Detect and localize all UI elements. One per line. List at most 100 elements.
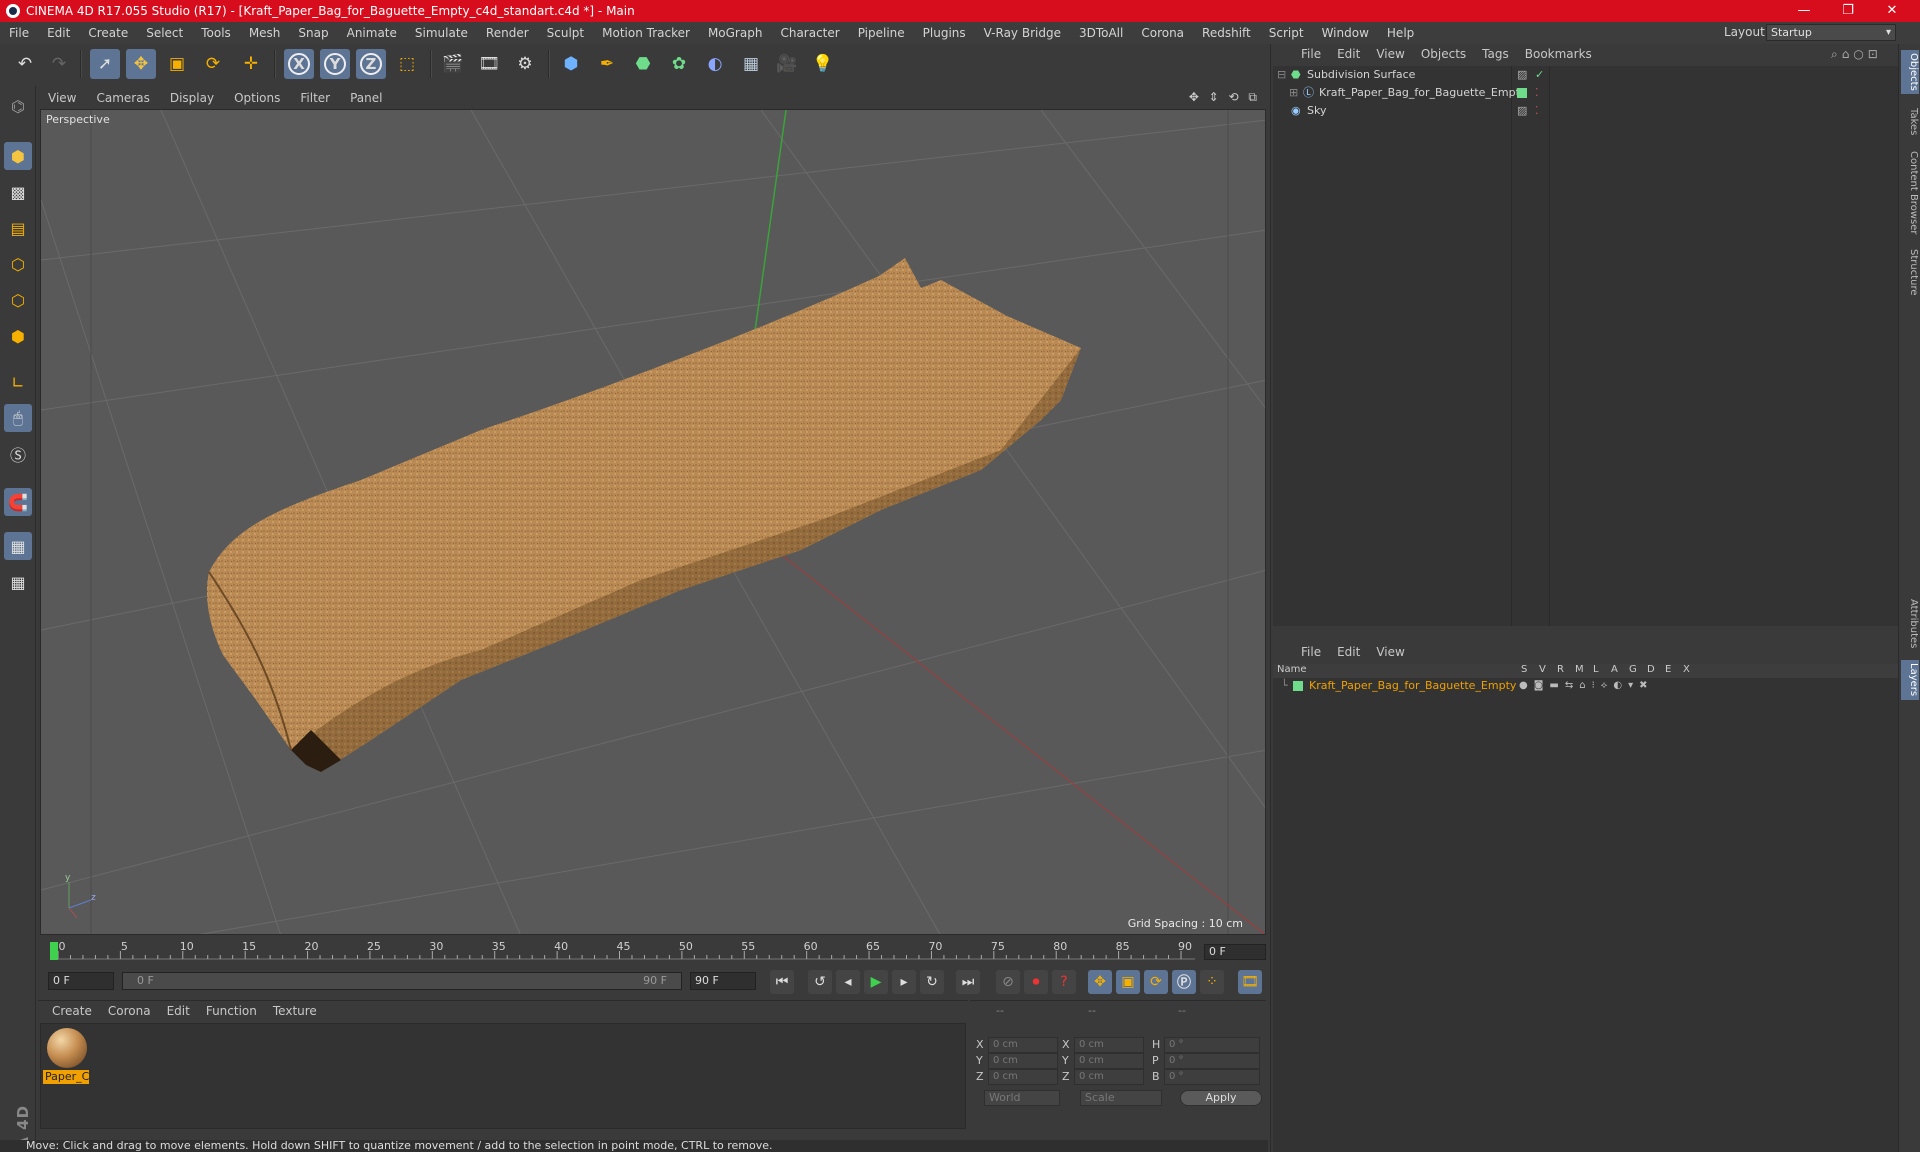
close-button[interactable]: ✕ (1870, 0, 1914, 22)
key-scale-icon[interactable]: ▣ (1116, 970, 1140, 994)
model-mode-icon[interactable]: ⬢ (4, 142, 32, 170)
material-menu-edit[interactable]: Edit (159, 1004, 198, 1018)
playhead[interactable] (50, 942, 58, 960)
move-tool-icon[interactable]: ✥ (126, 49, 156, 79)
camera-icon[interactable]: 🎥 (772, 49, 802, 79)
menu-3dtoall[interactable]: 3DToAll (1070, 22, 1132, 44)
coordinate-value-field[interactable]: 0 ° (1164, 1069, 1260, 1085)
menu-file[interactable]: File (0, 22, 38, 44)
layer-flags-icons[interactable]: ●◙▬⇆⌂⁝⟡◐▾✖ (1519, 678, 1654, 694)
play-icon[interactable]: ▶ (864, 970, 888, 994)
render-view-icon[interactable]: 🎬 (438, 49, 468, 79)
viewport-menu-options[interactable]: Options (224, 91, 290, 105)
perspective-viewport[interactable]: y z Perspective Grid Spacing : 10 cm (40, 109, 1266, 935)
record-keys-icon[interactable]: ⊘ (996, 970, 1020, 994)
end-frame-field[interactable]: 90 F (690, 972, 756, 990)
next-frame-icon[interactable]: ▸ (892, 970, 916, 994)
material-menu-create[interactable]: Create (44, 1004, 100, 1018)
scale-tool-icon[interactable]: ▣ (162, 49, 192, 79)
menu-script[interactable]: Script (1260, 22, 1313, 44)
material-name-label[interactable]: Paper_C (43, 1070, 89, 1084)
menu-vray-bridge[interactable]: V-Ray Bridge (975, 22, 1070, 44)
material-preview-sphere[interactable] (47, 1028, 87, 1068)
menu-tools[interactable]: Tools (192, 22, 240, 44)
menu-select[interactable]: Select (137, 22, 192, 44)
visibility-dots-icon[interactable]: ⁚ (1535, 102, 1539, 120)
polygons-mode-icon[interactable]: ⬢ (4, 322, 32, 350)
timeline[interactable]: 0 5 10 15 20 25 30 35 40 45 50 55 60 65 70 75 80 85 90 0 F (40, 937, 1266, 967)
visibility-toggle-icon[interactable]: ▨ (1517, 66, 1527, 84)
edges-mode-icon[interactable]: ⬡ (4, 286, 32, 314)
redo-icon[interactable]: ↷ (44, 49, 74, 79)
cloner-icon[interactable]: ✿ (664, 49, 694, 79)
menu-corona[interactable]: Corona (1132, 22, 1193, 44)
go-to-start-icon[interactable]: ⏮ (770, 970, 794, 994)
make-editable-icon[interactable]: ⌬ (4, 92, 32, 120)
minimize-button[interactable]: — (1782, 0, 1826, 22)
key-position-icon[interactable]: ✥ (1088, 970, 1112, 994)
layout-select[interactable]: Startup (1766, 24, 1896, 41)
tab-takes[interactable]: Takes (1901, 104, 1919, 140)
menu-render[interactable]: Render (477, 22, 538, 44)
layer-column-header[interactable]: D (1647, 664, 1655, 675)
size-mode-select[interactable]: Scale (1080, 1090, 1162, 1106)
menu-character[interactable]: Character (771, 22, 848, 44)
snap-icon[interactable]: Ⓢ (4, 440, 32, 468)
material-menu-function[interactable]: Function (198, 1004, 265, 1018)
tab-objects[interactable]: Objects (1901, 50, 1919, 94)
layer-row[interactable]: └ Kraft_Paper_Bag_for_Baguette_Empty ●◙▬… (1273, 678, 1899, 694)
undo-icon[interactable]: ↶ (10, 49, 40, 79)
menu-create[interactable]: Create (79, 22, 137, 44)
tweak-mode-icon[interactable]: 🖱 (4, 404, 32, 432)
layer-column-header[interactable]: M (1575, 664, 1584, 675)
next-keyframe-icon[interactable]: ↻ (920, 970, 944, 994)
frame-range-slider[interactable]: 0 F 90 F (122, 972, 682, 990)
y-axis-lock-button[interactable]: Y (320, 49, 350, 79)
coordinate-value-field[interactable]: 0 cm (988, 1037, 1058, 1053)
layer-column-header[interactable]: R (1557, 664, 1564, 675)
previous-keyframe-icon[interactable]: ↺ (808, 970, 832, 994)
grid-icon[interactable]: ▦ (4, 568, 32, 596)
menu-window[interactable]: Window (1313, 22, 1378, 44)
live-selection-icon[interactable]: ➚ (90, 49, 120, 79)
magnet-icon[interactable]: 🧲 (4, 488, 32, 516)
coordinate-value-field[interactable]: 0 cm (1074, 1037, 1144, 1053)
render-picture-viewer-icon[interactable]: 🎞 (474, 49, 504, 79)
coordinate-value-field[interactable]: 0 ° (1164, 1053, 1260, 1069)
autokey-icon[interactable]: ⏺ (1024, 970, 1048, 994)
layer-menu-edit[interactable]: Edit (1329, 645, 1368, 659)
current-frame-field[interactable]: 0 F (1204, 944, 1266, 960)
expand-icon[interactable]: ⊞ (1289, 84, 1298, 102)
object-menu-view[interactable]: View (1368, 47, 1412, 61)
menu-motion-tracker[interactable]: Motion Tracker (593, 22, 699, 44)
coordinate-mode-select[interactable]: World (984, 1090, 1060, 1106)
timeline-window-icon[interactable]: 🎞 (1238, 970, 1262, 994)
previous-frame-icon[interactable]: ◂ (836, 970, 860, 994)
axis-mode-icon[interactable]: ∟ (4, 368, 32, 396)
viewport-menu-view[interactable]: View (38, 91, 86, 105)
collapse-icon[interactable]: ⊟ (1277, 66, 1286, 84)
object-menu-file[interactable]: File (1293, 47, 1329, 61)
layer-column-header[interactable]: S (1521, 664, 1527, 675)
menu-simulate[interactable]: Simulate (406, 22, 477, 44)
menu-plugins[interactable]: Plugins (914, 22, 975, 44)
pen-spline-icon[interactable]: ✒ (592, 49, 622, 79)
object-menu-edit[interactable]: Edit (1329, 47, 1368, 61)
coordinate-value-field[interactable]: 0 cm (1074, 1069, 1144, 1085)
coordinate-value-field[interactable]: 0 ° (1164, 1037, 1260, 1053)
menu-mograph[interactable]: MoGraph (699, 22, 772, 44)
workplane-mode-icon[interactable]: ▤ (4, 214, 32, 242)
object-row-kraft-paper-bag[interactable]: ⊞ Ⓛ Kraft_Paper_Bag_for_Baguette_Empty ⁚ (1273, 84, 1899, 102)
menu-edit[interactable]: Edit (38, 22, 79, 44)
menu-help[interactable]: Help (1378, 22, 1423, 44)
viewport-menu-cameras[interactable]: Cameras (86, 91, 159, 105)
object-menu-bookmarks[interactable]: Bookmarks (1517, 47, 1600, 61)
object-menu-tags[interactable]: Tags (1474, 47, 1517, 61)
transform-tool-icon[interactable]: ✛ (236, 49, 266, 79)
object-row-subdivision-surface[interactable]: ⊟ ⬣ Subdivision Surface ▨ ✓ (1273, 66, 1899, 84)
viewport-menu-display[interactable]: Display (160, 91, 224, 105)
menu-pipeline[interactable]: Pipeline (849, 22, 914, 44)
texture-mode-icon[interactable]: ▩ (4, 178, 32, 206)
tab-layers[interactable]: Layers (1901, 660, 1919, 700)
menu-mesh[interactable]: Mesh (240, 22, 290, 44)
